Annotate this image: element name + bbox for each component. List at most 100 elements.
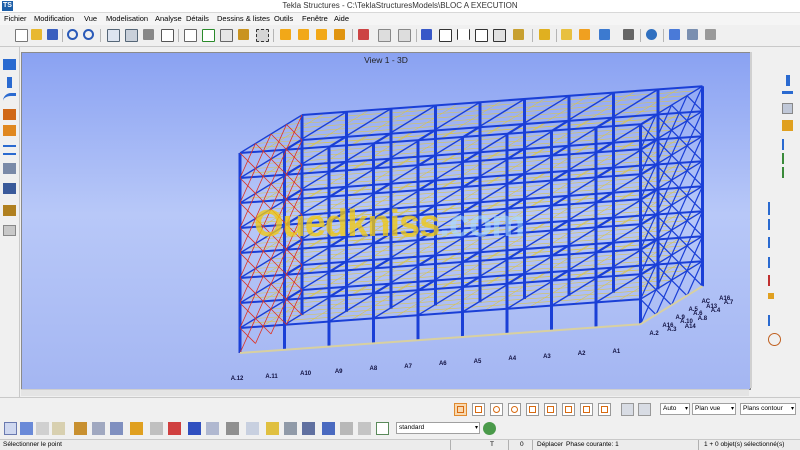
table2-icon[interactable] — [578, 28, 592, 42]
table-icon[interactable] — [560, 28, 574, 42]
brace[interactable] — [640, 223, 657, 241]
diag-dim-icon[interactable] — [782, 153, 795, 164]
select-assembly-icon[interactable] — [188, 422, 201, 435]
menu-modelisation[interactable]: Modelisation — [106, 14, 148, 23]
plate-icon[interactable] — [782, 120, 793, 131]
forward-icon[interactable] — [668, 28, 682, 42]
brace[interactable] — [286, 249, 303, 266]
brace[interactable] — [286, 299, 303, 316]
paste-icon[interactable] — [124, 28, 138, 42]
view-icon[interactable] — [377, 28, 391, 42]
select-fitting-icon[interactable] — [266, 422, 279, 435]
brace[interactable] — [686, 145, 703, 162]
select-view-icon[interactable] — [302, 422, 315, 435]
phone-icon[interactable] — [622, 28, 636, 42]
select-component-icon[interactable] — [206, 422, 219, 435]
snap-icon-2[interactable] — [472, 403, 485, 416]
panel-icon[interactable] — [3, 163, 16, 174]
angle-icon[interactable] — [768, 237, 781, 248]
select-group-icon[interactable] — [322, 422, 335, 435]
open-icon[interactable] — [30, 28, 44, 42]
export-icon[interactable] — [297, 28, 311, 42]
select-reference-icon[interactable] — [130, 422, 143, 435]
select-bolt-icon[interactable] — [150, 422, 163, 435]
beam-icon[interactable] — [3, 59, 16, 70]
brace[interactable] — [640, 248, 657, 266]
column-profile-icon[interactable] — [786, 75, 790, 86]
brace[interactable] — [655, 289, 672, 306]
standard-dropdown[interactable]: standard ▾ — [396, 422, 480, 434]
brace[interactable] — [239, 177, 256, 194]
plan-vue-dropdown[interactable]: Plan vue ▾ — [692, 403, 736, 415]
beam-profile-icon[interactable] — [782, 91, 793, 94]
snap-icon-7[interactable] — [562, 403, 575, 416]
component-icon[interactable] — [3, 225, 16, 236]
snap-icon-1[interactable] — [454, 403, 467, 416]
select-weld-icon[interactable] — [74, 422, 87, 435]
menu-details[interactable]: Détails — [186, 14, 209, 23]
select-parts-icon[interactable] — [20, 422, 33, 435]
ground-slab-edge[interactable] — [239, 323, 641, 354]
auto-dropdown[interactable]: Auto ▾ — [660, 403, 690, 415]
horizontal-scrollbar[interactable] — [21, 389, 749, 396]
window2-icon[interactable] — [201, 28, 215, 42]
brace[interactable] — [286, 149, 303, 166]
slab-icon[interactable] — [3, 145, 16, 155]
brace[interactable] — [640, 198, 657, 216]
snap-icon-4[interactable] — [508, 403, 521, 416]
select-load-icon[interactable] — [284, 422, 297, 435]
menu-analyse[interactable]: Analyse — [155, 14, 182, 23]
select-object-icon[interactable] — [340, 422, 353, 435]
brace[interactable] — [270, 133, 287, 150]
undo-icon[interactable] — [66, 28, 80, 42]
save-icon[interactable] — [46, 28, 60, 42]
line-dim-icon[interactable] — [782, 139, 795, 150]
grid-icon[interactable] — [315, 28, 329, 42]
curve-icon[interactable] — [3, 93, 16, 104]
brace[interactable] — [286, 174, 303, 191]
footing-icon[interactable] — [3, 183, 16, 194]
window-icon[interactable] — [160, 28, 174, 42]
brace[interactable] — [686, 120, 703, 137]
arrow-icon[interactable] — [357, 28, 371, 42]
hatch-icon[interactable] — [782, 103, 793, 114]
select-point-icon[interactable] — [52, 422, 65, 435]
copy-icon[interactable] — [106, 28, 120, 42]
menu-dessins[interactable]: Dessins & listes — [217, 14, 270, 23]
snap-icon-8[interactable] — [580, 403, 593, 416]
select-surface-icon[interactable] — [36, 422, 49, 435]
view-cube2-icon[interactable] — [638, 403, 651, 416]
select-gridline-icon[interactable] — [110, 422, 123, 435]
select-cut-icon[interactable] — [246, 422, 259, 435]
radius-icon[interactable] — [768, 275, 781, 286]
menu-vue[interactable]: Vue — [84, 14, 97, 23]
cross-icon[interactable] — [768, 257, 781, 268]
snap-icon-9[interactable] — [598, 403, 611, 416]
column-icon[interactable] — [7, 77, 12, 88]
line-tool2-icon[interactable] — [768, 315, 781, 326]
menu-modification[interactable]: Modification — [34, 14, 74, 23]
plans-contour-dropdown[interactable]: Plans contour ▾ — [740, 403, 796, 415]
layers-icon[interactable] — [538, 28, 552, 42]
filter-apply-icon[interactable] — [483, 422, 496, 435]
node-icon[interactable] — [782, 167, 795, 178]
brace[interactable] — [671, 279, 688, 297]
measure-icon[interactable] — [492, 28, 506, 42]
brace[interactable] — [686, 245, 703, 262]
snap-icon-6[interactable] — [544, 403, 557, 416]
brace[interactable] — [640, 173, 657, 191]
menu-fichier[interactable]: Fichier — [4, 14, 27, 23]
brace[interactable] — [239, 327, 256, 344]
brace[interactable] — [239, 152, 256, 169]
help-icon[interactable] — [420, 28, 434, 42]
brace[interactable] — [640, 148, 657, 166]
snap-icon-3[interactable] — [490, 403, 503, 416]
brace[interactable] — [686, 270, 703, 287]
circle-icon[interactable] — [768, 333, 781, 346]
vertical-scrollbar[interactable] — [750, 52, 752, 388]
brace[interactable] — [686, 220, 703, 237]
new-icon[interactable] — [14, 28, 28, 42]
brace[interactable] — [286, 124, 303, 141]
menu-outils[interactable]: Outils — [274, 14, 293, 23]
pad-icon[interactable] — [3, 205, 16, 216]
